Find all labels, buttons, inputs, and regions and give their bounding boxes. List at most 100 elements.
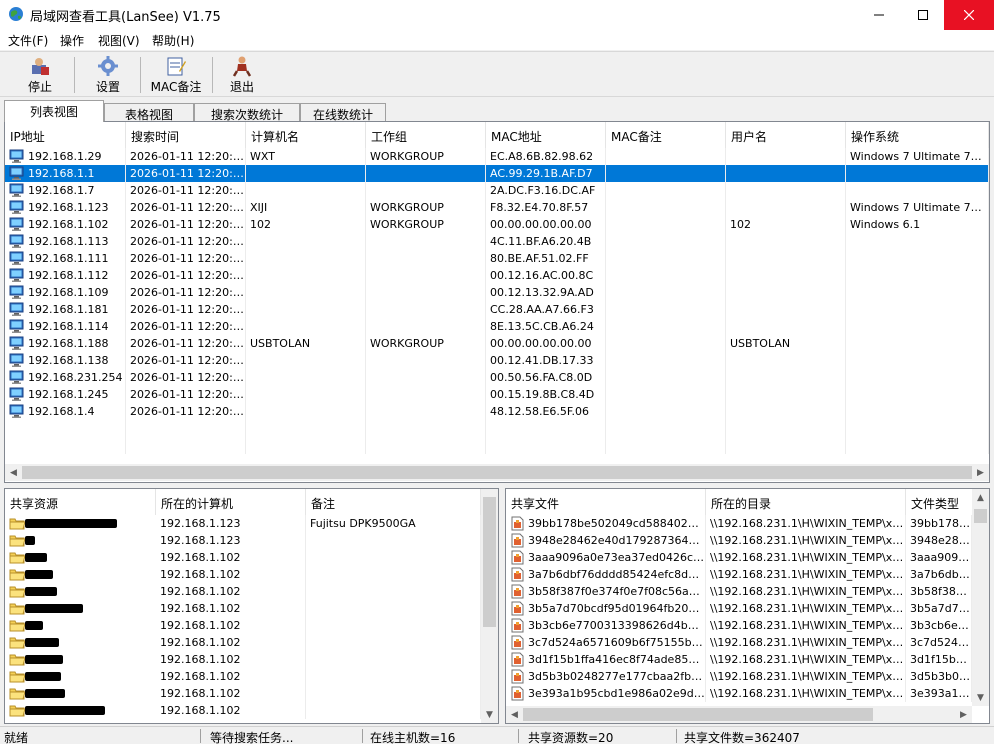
col-share-note[interactable]: 备注 <box>306 489 481 515</box>
share-cell: 192.168.1.102 <box>156 668 306 685</box>
share-row[interactable]: 192.168.1.102 <box>5 702 481 719</box>
host-list-hscrollbar[interactable]: ◀ ▶ <box>5 464 989 481</box>
tab-grid-view[interactable]: 表格视图 <box>104 103 194 122</box>
host-row[interactable]: 192.168.1.109 2026-01-11 12:20:08 00.12.13… <box>5 284 989 301</box>
file-row[interactable]: 39bb178be502049cd5884028de4...\\192.168.… <box>506 515 972 532</box>
host-cell <box>726 199 846 216</box>
scroll-left-icon[interactable]: ◀ <box>5 464 22 481</box>
status-file-count: 共享文件数=362407 <box>684 731 800 744</box>
host-row[interactable]: 192.168.1.114 2026-01-11 12:20:09 8E.13.5C… <box>5 318 989 335</box>
host-row[interactable]: 192.168.1.188 2026-01-11 12:20:09 USBTOLAN… <box>5 335 989 352</box>
col-mac[interactable]: MAC地址 <box>486 122 606 148</box>
scroll-right-icon[interactable]: ▶ <box>972 464 989 481</box>
scrollbar-thumb[interactable] <box>523 708 873 721</box>
scroll-left-icon[interactable]: ◀ <box>506 706 523 723</box>
share-row[interactable]: 192.168.1.102 <box>5 668 481 685</box>
host-cell <box>246 267 366 284</box>
host-row[interactable]: 192.168.1.112 2026-01-11 12:20:08 00.12.16… <box>5 267 989 284</box>
close-button[interactable] <box>944 0 994 30</box>
tab-list-view[interactable]: 列表视图 <box>4 100 104 122</box>
share-row[interactable]: 192.168.1.102 <box>5 583 481 600</box>
share-row[interactable]: 192.168.1.102 <box>5 549 481 566</box>
files-hscrollbar[interactable]: ◀ ▶ <box>506 706 972 723</box>
share-cell: 192.168.1.102 <box>156 702 306 719</box>
tab-search-stats[interactable]: 搜索次数统计 <box>194 103 300 122</box>
exit-button[interactable]: 退出 <box>222 55 262 95</box>
col-file-type[interactable]: 文件类型 <box>906 489 974 515</box>
scroll-up-icon[interactable]: ▲ <box>972 489 989 506</box>
col-ip[interactable]: IP地址 <box>5 122 126 148</box>
col-workgroup[interactable]: 工作组 <box>366 122 486 148</box>
scrollbar-thumb[interactable] <box>974 509 987 523</box>
host-row[interactable]: 192.168.1.123 2026-01-11 12:20:05 XIJI WORK… <box>5 199 989 216</box>
host-row[interactable]: 192.168.231.254 2026-01-11 12:20:13 00.50.… <box>5 369 989 386</box>
host-row[interactable]: 192.168.1.7 2026-01-11 12:20:04 2A.DC.F3.1… <box>5 182 989 199</box>
scrollbar-thumb[interactable] <box>22 466 972 479</box>
maximize-button[interactable] <box>900 0 946 30</box>
host-row[interactable]: 192.168.1.102 2026-01-11 12:20:05 102 WORKG… <box>5 216 989 233</box>
col-search-time[interactable]: 搜索时间 <box>126 122 246 148</box>
stop-button[interactable]: 停止 <box>18 55 62 95</box>
mac-note-button[interactable]: MAC备注 <box>148 55 204 95</box>
share-row[interactable]: 192.168.1.102 <box>5 566 481 583</box>
host-cell: Windows 6.1 <box>846 216 989 233</box>
menu-view[interactable]: 视图(V) <box>98 32 140 49</box>
host-cell <box>606 335 726 352</box>
menu-file[interactable]: 文件(F) <box>8 32 48 49</box>
share-row[interactable]: 192.168.1.102 <box>5 617 481 634</box>
col-username[interactable]: 用户名 <box>726 122 846 148</box>
col-share-resource[interactable]: 共享资源 <box>5 489 156 515</box>
scroll-down-icon[interactable]: ▼ <box>481 706 498 723</box>
share-row[interactable]: 192.168.1.102 <box>5 685 481 702</box>
scroll-right-icon[interactable]: ▶ <box>955 706 972 723</box>
file-row[interactable]: 3b5a7d70bcdf95d01964fb2058b2...\\192.168… <box>506 600 972 617</box>
files-vscrollbar[interactable]: ▲ ▼ <box>972 489 989 706</box>
col-os[interactable]: 操作系统 <box>846 122 989 148</box>
share-row[interactable]: 192.168.1.102 <box>5 634 481 651</box>
share-row[interactable]: 192.168.1.123 <box>5 532 481 549</box>
share-row[interactable]: 192.168.1.102 <box>5 600 481 617</box>
col-share-file[interactable]: 共享文件 <box>506 489 706 515</box>
col-share-computer[interactable]: 所在的计算机 <box>156 489 306 515</box>
menu-help[interactable]: 帮助(H) <box>152 32 194 49</box>
file-row[interactable]: 3b58f387f0e374f0e7f08c56a344... \\192.168… <box>506 583 972 600</box>
file-row[interactable]: 3d1f15b1ffa416ec8f74ade8509b... \\192.168… <box>506 651 972 668</box>
col-mac-note[interactable]: MAC备注 <box>606 122 726 148</box>
host-cell: CC.28.AA.A7.66.F3 <box>486 301 606 318</box>
host-cell <box>246 250 366 267</box>
file-row[interactable]: 3c7d524a6571609b6f75155b00c7...\\192.168… <box>506 634 972 651</box>
close-icon <box>964 10 974 20</box>
col-directory[interactable]: 所在的目录 <box>706 489 906 515</box>
tab-online-stats[interactable]: 在线数统计 <box>300 103 386 122</box>
host-cell <box>846 233 989 250</box>
file-row[interactable]: 3948e28462e40d1792873647be8...\\192.168.… <box>506 532 972 549</box>
file-row[interactable]: 3d5b3b0248277e177cbaa2fb5c20...\\192.168… <box>506 668 972 685</box>
scroll-down-icon[interactable]: ▼ <box>972 689 989 706</box>
host-cell: 192.168.1.138 <box>5 352 126 369</box>
host-list[interactable]: IP地址 搜索时间 计算机名 工作组 MAC地址 MAC备注 用户名 操作系统 … <box>4 121 990 483</box>
menu-operate[interactable]: 操作 <box>60 32 84 49</box>
host-row[interactable]: 192.168.1.113 2026-01-11 12:20:08 4C.11.BF… <box>5 233 989 250</box>
host-row[interactable]: 192.168.1.4 2026-01-11 12:20:23 48.12.58.E… <box>5 403 989 420</box>
host-row[interactable]: 192.168.1.138 2026-01-11 12:20:11 00.12.41… <box>5 352 989 369</box>
file-row[interactable]: 3e393a1b95cbd1e986a02e9d94c... \\192.168.… <box>506 685 972 702</box>
shares-list[interactable]: 共享资源 所在的计算机 备注 192.168.1.123 Fujitsu DPK9… <box>4 488 499 724</box>
col-computer-name[interactable]: 计算机名 <box>246 122 366 148</box>
file-row[interactable]: 3a7b6dbf76dddd85424efc8d7db8...\\192.168… <box>506 566 972 583</box>
minimize-button[interactable] <box>856 0 902 30</box>
host-cell <box>366 267 486 284</box>
share-row[interactable]: 192.168.1.123 Fujitsu DPK9500GA <box>5 515 481 532</box>
share-row[interactable]: 192.168.1.102 <box>5 651 481 668</box>
host-row[interactable]: 192.168.1.1 2026-01-11 12:20:04 AC.99.29.1… <box>5 165 989 182</box>
host-row[interactable]: 192.168.1.29 2026-01-11 12:20:01 WXT WORKGR… <box>5 148 989 165</box>
settings-button[interactable]: 设置 <box>86 55 130 95</box>
files-list[interactable]: 共享文件 所在的目录 文件类型 39bb178be502049cd5884028… <box>505 488 990 724</box>
host-row[interactable]: 192.168.1.181 2026-01-11 12:20:09 CC.28.AA… <box>5 301 989 318</box>
shares-vscrollbar[interactable]: ▼ <box>481 489 498 723</box>
scrollbar-thumb[interactable] <box>483 497 496 627</box>
host-row[interactable]: 192.168.1.111 2026-01-11 12:20:08 80.BE.AF… <box>5 250 989 267</box>
host-row[interactable]: 192.168.1.245 2026-01-11 12:20:15 00.15.19… <box>5 386 989 403</box>
file-row[interactable]: 3aaa9096a0e73ea37ed0426c477... \\192.168.… <box>506 549 972 566</box>
host-cell <box>606 148 726 165</box>
file-row[interactable]: 3b3cb6e7700313398626d4b71f8... \\192.168.… <box>506 617 972 634</box>
